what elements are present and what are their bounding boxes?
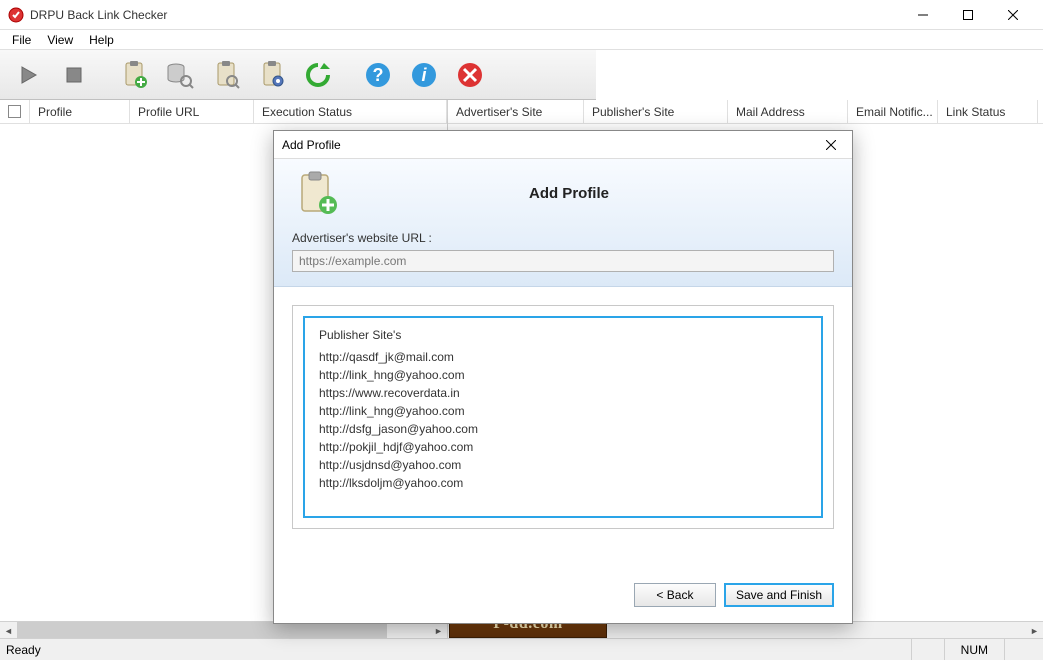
publisher-url: http://qasdf_jk@mail.com (319, 348, 807, 366)
back-button[interactable]: < Back (634, 583, 716, 607)
database-button[interactable] (158, 54, 202, 96)
close-button[interactable] (990, 1, 1035, 29)
publisher-url: http://link_hng@yahoo.com (319, 366, 807, 384)
status-num: NUM (944, 639, 1004, 660)
menu-view[interactable]: View (39, 31, 81, 49)
play-button[interactable] (6, 54, 50, 96)
checkbox-icon[interactable] (8, 105, 21, 118)
dialog-close-button[interactable] (818, 134, 844, 156)
publisher-box: Publisher Site's http://qasdf_jk@mail.co… (292, 305, 834, 529)
col-profile-url[interactable]: Profile URL (130, 100, 254, 123)
help-button[interactable]: ? (356, 54, 400, 96)
menubar: File View Help (0, 30, 1043, 50)
dialog-footer: < Back Save and Finish (274, 583, 852, 623)
titlebar: DRPU Back Link Checker (0, 0, 1043, 30)
add-profile-button[interactable] (112, 54, 156, 96)
advertiser-url-input[interactable] (292, 250, 834, 272)
dialog-title: Add Profile (282, 138, 818, 152)
col-publisher[interactable]: Publisher's Site (584, 100, 728, 123)
table-right-header: Advertiser's Site Publisher's Site Mail … (448, 100, 1043, 124)
clipboard-add-icon (292, 169, 340, 217)
dialog-header-title: Add Profile (354, 185, 834, 202)
publisher-url: http://pokjil_hdjf@yahoo.com (319, 438, 807, 456)
toolbar: ? i (0, 50, 596, 100)
col-advertiser[interactable]: Advertiser's Site (448, 100, 584, 123)
publisher-url: http://lksdoljm@yahoo.com (319, 474, 807, 492)
col-email-notif[interactable]: Email Notific... (848, 100, 938, 123)
col-link-status[interactable]: Link Status (938, 100, 1038, 123)
cancel-button[interactable] (448, 54, 492, 96)
scroll-right-arrow-icon[interactable]: ► (1026, 622, 1043, 639)
col-exec-status[interactable]: Execution Status (254, 100, 447, 123)
publisher-url: https://www.recoverdata.in (319, 384, 807, 402)
scroll-thumb[interactable] (17, 622, 387, 638)
minimize-button[interactable] (900, 1, 945, 29)
maximize-button[interactable] (945, 1, 990, 29)
publisher-header: Publisher Site's (319, 328, 807, 342)
stop-button[interactable] (52, 54, 96, 96)
scroll-right-arrow-icon[interactable]: ► (430, 622, 447, 639)
dialog-body: Publisher Site's http://qasdf_jk@mail.co… (274, 287, 852, 583)
publisher-url: http://dsfg_jason@yahoo.com (319, 420, 807, 438)
publisher-list[interactable]: Publisher Site's http://qasdf_jk@mail.co… (303, 316, 823, 518)
save-finish-button[interactable]: Save and Finish (724, 583, 834, 607)
menu-file[interactable]: File (4, 31, 39, 49)
dialog-header: Add Profile Advertiser's website URL : (274, 159, 852, 287)
profile-settings-button[interactable] (250, 54, 294, 96)
url-label: Advertiser's website URL : (292, 231, 834, 245)
col-profile[interactable]: Profile (30, 100, 130, 123)
info-button[interactable]: i (402, 54, 446, 96)
scroll-left-arrow-icon[interactable]: ◄ (0, 622, 17, 639)
table-left-header: Profile Profile URL Execution Status (0, 100, 447, 124)
add-profile-dialog: Add Profile Add Profile Advertiser's web… (273, 130, 853, 624)
refresh-button[interactable] (296, 54, 340, 96)
dialog-titlebar[interactable]: Add Profile (274, 131, 852, 159)
col-checkbox[interactable] (0, 100, 30, 123)
app-icon (8, 7, 24, 23)
status-ready: Ready (6, 643, 41, 657)
status-empty2 (1004, 639, 1037, 660)
publisher-url: http://usjdnsd@yahoo.com (319, 456, 807, 474)
menu-help[interactable]: Help (81, 31, 122, 49)
svg-text:?: ? (373, 65, 384, 85)
publisher-url: http://link_hng@yahoo.com (319, 402, 807, 420)
statusbar: Ready NUM (0, 638, 1043, 660)
window-title: DRPU Back Link Checker (30, 8, 900, 22)
edit-profile-button[interactable] (204, 54, 248, 96)
status-empty1 (911, 639, 944, 660)
col-mail[interactable]: Mail Address (728, 100, 848, 123)
